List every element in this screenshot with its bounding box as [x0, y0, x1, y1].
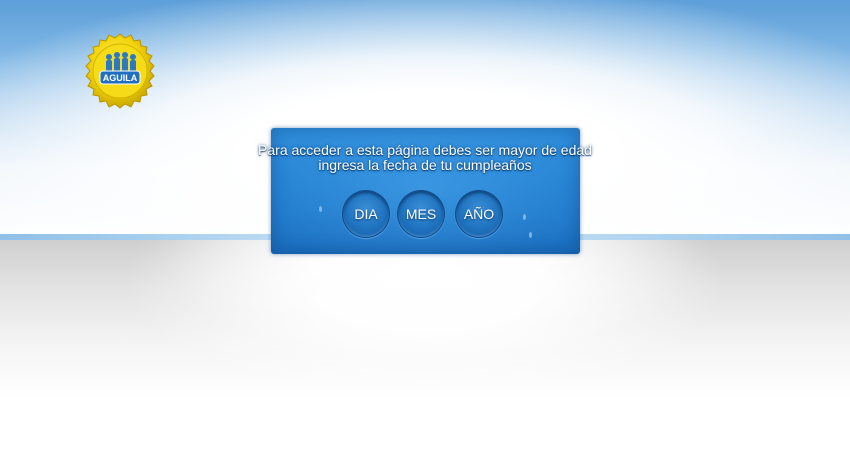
bottle-cap-logo-icon: AGUILA	[85, 33, 155, 109]
month-button[interactable]: MES	[397, 190, 445, 238]
water-drop	[529, 232, 532, 238]
age-gate-line-2: ingresa la fecha de tu cumpleaños	[318, 157, 532, 173]
age-gate-message: Para acceder a esta página debes ser may…	[0, 143, 850, 173]
age-gate-page: AGUILA Para acceder a esta página debes …	[0, 0, 850, 467]
water-drop	[319, 206, 322, 212]
day-button[interactable]: DIA	[342, 190, 390, 238]
water-drop	[523, 214, 526, 220]
aguila-logo: AGUILA	[82, 33, 158, 109]
logo-brand-text: AGUILA	[103, 73, 138, 83]
year-button[interactable]: AÑO	[455, 190, 503, 238]
age-gate-line-1: Para acceder a esta página debes ser may…	[258, 142, 592, 158]
floor-glow	[160, 240, 700, 370]
